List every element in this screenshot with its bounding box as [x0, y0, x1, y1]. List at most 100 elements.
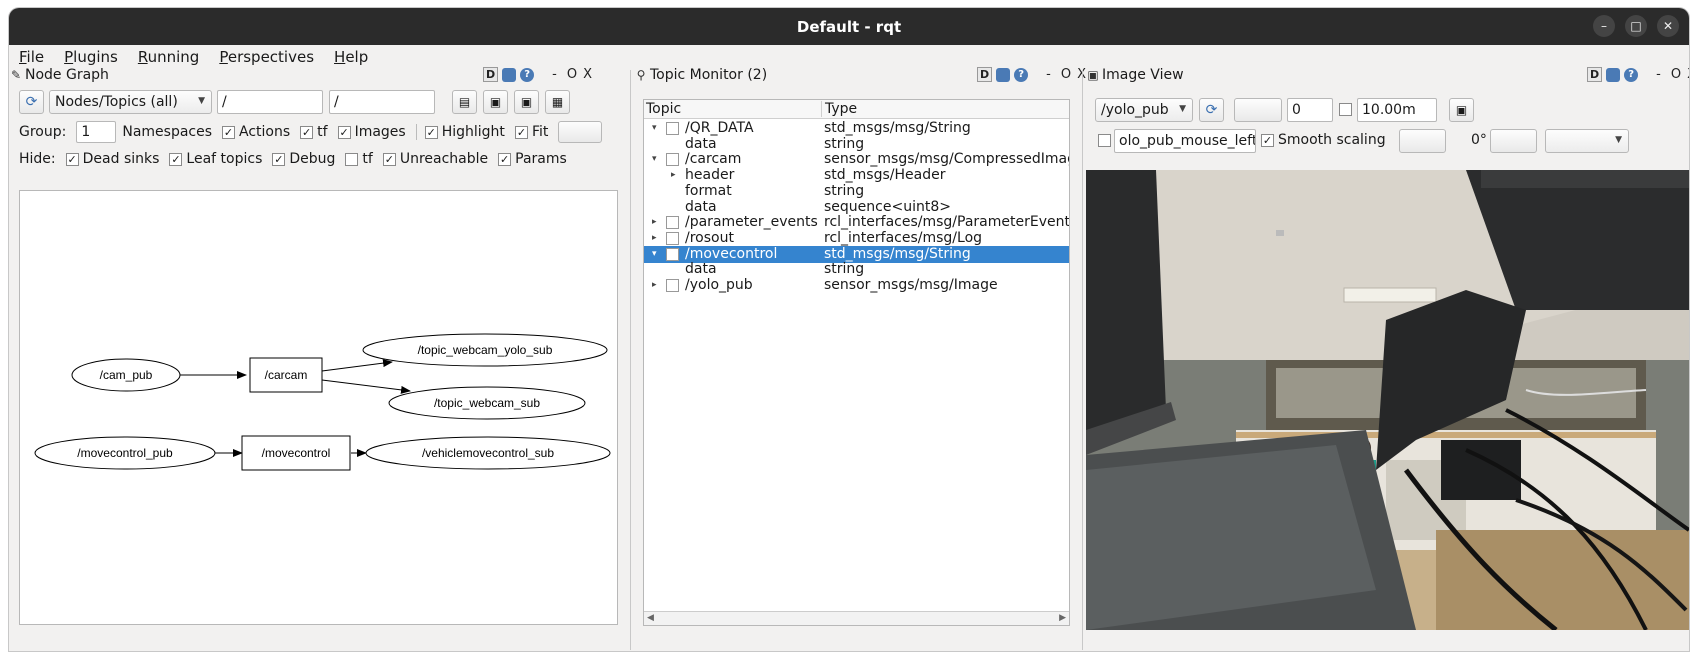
scroll-left-icon[interactable]: ◀: [647, 613, 654, 623]
save-svg-button[interactable]: ▣: [514, 90, 539, 114]
refresh-graph-button[interactable]: ⟳: [19, 90, 44, 114]
graph-type-combo[interactable]: Nodes/Topics (all) ▼: [49, 90, 212, 114]
topic-tree-row[interactable]: data string: [644, 136, 1069, 153]
topic-monitor-float[interactable]: O: [1061, 67, 1071, 82]
scroll-right-icon[interactable]: ▶: [1059, 613, 1066, 623]
topic-monitor-checkbox[interactable]: [666, 216, 679, 230]
image-view-d-button[interactable]: D: [1587, 67, 1603, 82]
expand-right-icon[interactable]: ▸: [652, 280, 657, 290]
expand-right-icon[interactable]: ▸: [671, 170, 676, 180]
images-checkbox[interactable]: ✓: [337, 125, 351, 139]
mouse-topic-input[interactable]: olo_pub_mouse_left: [1114, 129, 1256, 153]
refresh-topics-button[interactable]: ⟳: [1199, 98, 1224, 122]
topic-monitor-checkbox[interactable]: [666, 231, 679, 245]
node-graph-canvas[interactable]: /cam_pub /carcam /topic_webcam_yolo_sub …: [19, 190, 618, 625]
minimize-button[interactable]: –: [1593, 15, 1615, 37]
image-view-float[interactable]: O: [1671, 67, 1681, 82]
node-graph-close[interactable]: X: [583, 67, 592, 82]
topic-monitor-title-bar[interactable]: ⚲ Topic Monitor (2): [634, 65, 768, 85]
maximize-button[interactable]: □: [1625, 15, 1647, 37]
expand-right-icon[interactable]: ▸: [652, 217, 657, 227]
unreachable-option[interactable]: ✓ Unreachable: [382, 151, 488, 167]
topic-monitor-checkbox[interactable]: [666, 122, 679, 135]
reload-icon[interactable]: [996, 67, 1011, 82]
help-icon[interactable]: ?: [520, 67, 535, 82]
mouse-publish-checkbox[interactable]: [1098, 134, 1111, 147]
topic-tree-row[interactable]: ▸ /parameter_events rcl_interfaces/msg/Par…: [644, 214, 1069, 231]
topic-filter-input[interactable]: /: [329, 90, 435, 114]
group-spinbox[interactable]: 1: [76, 121, 117, 143]
image-topic-combo[interactable]: /yolo_pub ▼: [1095, 98, 1193, 122]
topic-tree-row[interactable]: ▸ /rosout rcl_interfaces/msg/Log: [644, 230, 1069, 247]
leaf-topics-checkbox[interactable]: ✓: [169, 152, 183, 166]
dynamic-range-checkbox[interactable]: [1339, 103, 1352, 116]
highlight-checkbox[interactable]: ✓: [424, 125, 438, 139]
save-image-button[interactable]: ▣: [1449, 98, 1474, 122]
node-graph-title-bar[interactable]: ✎ Node Graph: [9, 65, 109, 85]
expand-down-icon[interactable]: ▾: [652, 154, 657, 164]
camera-image[interactable]: [1086, 170, 1689, 630]
node-graph-d-button[interactable]: D: [483, 67, 499, 82]
save-dot-button[interactable]: ▣: [483, 90, 508, 114]
topic-tree-row[interactable]: ▸ header std_msgs/Header: [644, 167, 1069, 184]
color-scheme-combo[interactable]: ▼: [1545, 129, 1629, 153]
smooth-scaling-checkbox[interactable]: ✓: [1261, 133, 1274, 147]
hide-tf-checkbox[interactable]: [345, 152, 359, 166]
smooth-scaling-option[interactable]: ✓ Smooth scaling: [1261, 132, 1386, 148]
topic-column-header[interactable]: Topic: [646, 101, 681, 117]
hide-tf-option[interactable]: tf: [345, 151, 373, 167]
topic-monitor-checkbox[interactable]: [666, 247, 679, 261]
image-view-minimize[interactable]: -: [1656, 67, 1661, 82]
reload-icon[interactable]: [1606, 67, 1621, 82]
expand-right-icon[interactable]: ▸: [652, 233, 657, 243]
type-column-header[interactable]: Type: [821, 101, 857, 117]
fit-in-view-button[interactable]: [558, 121, 603, 143]
tf-option[interactable]: ✓ tf: [300, 124, 328, 140]
debug-option[interactable]: ✓ Debug: [272, 151, 335, 167]
max-value-spinbox[interactable]: 10.00m: [1357, 98, 1437, 122]
debug-checkbox[interactable]: ✓: [272, 152, 286, 166]
leaf-topics-option[interactable]: ✓ Leaf topics: [169, 151, 262, 167]
node-graph-minimize[interactable]: -: [552, 67, 557, 82]
dead-sinks-checkbox[interactable]: ✓: [65, 152, 79, 166]
reload-icon[interactable]: [502, 67, 517, 82]
image-view-close[interactable]: X: [1687, 67, 1689, 82]
topic-monitor-checkbox[interactable]: [666, 153, 679, 167]
params-option[interactable]: ✓ Params: [498, 151, 567, 167]
help-icon[interactable]: ?: [1624, 67, 1639, 82]
images-option[interactable]: ✓ Images: [337, 124, 406, 140]
topic-tree-row[interactable]: data string: [644, 261, 1069, 278]
load-dot-button[interactable]: ▤: [452, 90, 477, 114]
horizontal-scrollbar[interactable]: ◀ ▶: [644, 611, 1069, 625]
image-view-title-bar[interactable]: ▣ Image View: [1086, 65, 1183, 85]
rotate-right-button[interactable]: [1490, 129, 1537, 153]
save-image-button[interactable]: ▦: [545, 90, 570, 114]
expand-down-icon[interactable]: ▾: [652, 123, 657, 133]
close-button[interactable]: ✕: [1657, 15, 1679, 37]
topic-tree-row[interactable]: ▾ /QR_DATA std_msgs/msg/String: [644, 120, 1069, 137]
menu-help[interactable]: Help: [334, 48, 368, 66]
fit-checkbox[interactable]: ✓: [514, 125, 528, 139]
rotate-left-button[interactable]: [1399, 129, 1446, 153]
tf-checkbox[interactable]: ✓: [300, 125, 314, 139]
topic-monitor-d-button[interactable]: D: [977, 67, 993, 82]
namespaces-option[interactable]: Namespaces: [122, 124, 212, 140]
actions-option[interactable]: ✓ Actions: [222, 124, 290, 140]
topic-tree-row[interactable]: format string: [644, 183, 1069, 200]
node-graph-float[interactable]: O: [567, 67, 577, 82]
splitter-left[interactable]: [630, 70, 631, 650]
highlight-option[interactable]: ✓ Highlight: [415, 124, 505, 140]
topic-tree-row[interactable]: ▾ /carcam sensor_msgs/msg/CompressedImage: [644, 151, 1069, 168]
topic-tree-row[interactable]: data sequence<uint8>: [644, 199, 1069, 216]
topic-monitor-checkbox[interactable]: [666, 279, 679, 292]
dead-sinks-option[interactable]: ✓ Dead sinks: [65, 151, 159, 167]
splitter-right[interactable]: [1082, 70, 1083, 650]
actions-checkbox[interactable]: ✓: [222, 125, 236, 139]
menu-running[interactable]: Running: [138, 48, 199, 66]
expand-down-icon[interactable]: ▾: [652, 249, 657, 259]
topic-tree-row[interactable]: ▾ /movecontrol std_msgs/msg/String: [644, 245, 1069, 263]
zoom-button[interactable]: [1234, 98, 1282, 122]
fit-option[interactable]: ✓ Fit: [514, 124, 548, 140]
topic-tree-row[interactable]: ▸ /yolo_pub sensor_msgs/msg/Image: [644, 277, 1069, 294]
menu-file[interactable]: File: [19, 48, 44, 66]
